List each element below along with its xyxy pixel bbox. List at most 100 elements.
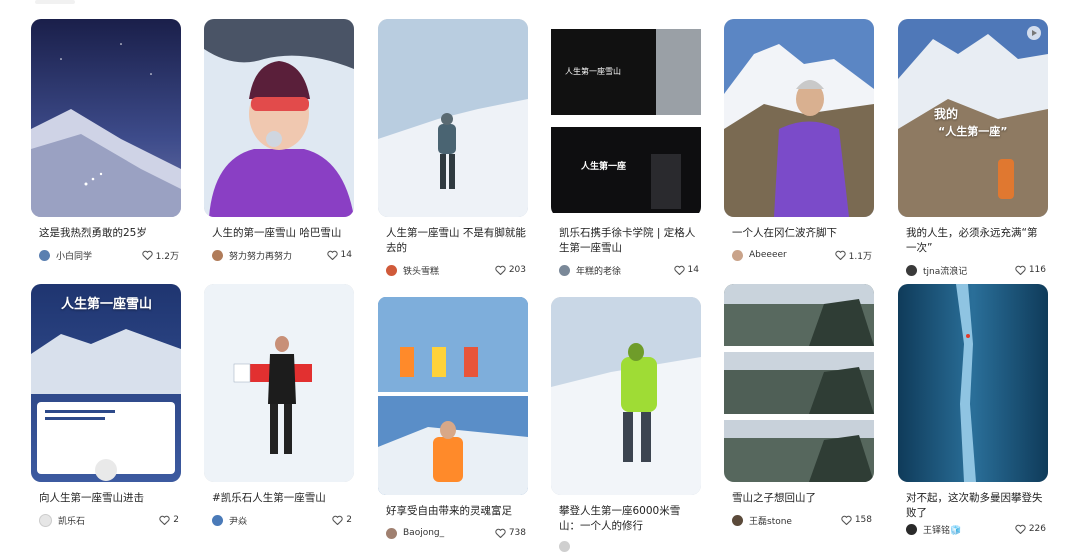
post-card[interactable]: 攀登人生第一座6000米雪山：一个人的修行 xyxy=(551,297,701,552)
like-button[interactable]: 14 xyxy=(326,250,352,260)
post-card[interactable]: 这是我热烈勇敢的25岁 小白同学 1.2万 xyxy=(31,19,181,262)
like-button[interactable]: 158 xyxy=(841,515,872,525)
post-title[interactable]: 凯乐石携手徐卡学院 | 定格人生第一座雪山 xyxy=(551,226,701,256)
author-name[interactable]: 王铎铭🧊 xyxy=(923,523,1015,536)
avatar[interactable] xyxy=(212,514,223,526)
climber-portrait-image xyxy=(204,19,354,217)
post-title[interactable]: 一个人在冈仁波齐脚下 xyxy=(724,226,874,241)
green-jacket-climber-image xyxy=(551,297,701,495)
like-count: 226 xyxy=(1028,524,1046,534)
avatar[interactable] xyxy=(732,514,743,526)
author-name[interactable]: 尹焱 xyxy=(229,514,332,527)
author-name[interactable]: 小白同学 xyxy=(56,249,142,262)
post-card[interactable]: 人生第一座雪山 不是有脚就能去的 铁头雪糕 203 xyxy=(378,19,528,277)
like-count: 1.2万 xyxy=(155,251,179,262)
like-button[interactable]: 116 xyxy=(1015,265,1046,275)
post-title[interactable]: #凯乐石人生第一座雪山 xyxy=(204,491,354,506)
like-count: 14 xyxy=(687,265,699,275)
post-thumbnail[interactable]: 人生第一座雪山 xyxy=(31,284,181,482)
author-name[interactable]: tjna流浪记 xyxy=(923,264,1015,277)
ice-crevasse-image xyxy=(898,284,1048,482)
post-title[interactable]: 攀登人生第一座6000米雪山：一个人的修行 xyxy=(551,504,701,534)
like-button[interactable]: 1.1万 xyxy=(835,249,872,262)
post-card[interactable]: 人生第一座雪山 人生第一座 凯乐石携手徐卡学院 | 定格人生第一座雪山 年糕的老… xyxy=(551,19,701,277)
post-title[interactable]: 这是我热烈勇敢的25岁 xyxy=(31,226,181,241)
post-card[interactable]: #凯乐石人生第一座雪山 尹焱 2 xyxy=(204,284,354,527)
post-card[interactable]: 一个人在冈仁波齐脚下 Abeeeer 1.1万 xyxy=(724,19,874,262)
avatar[interactable] xyxy=(39,249,50,261)
heart-outline-icon xyxy=(332,515,343,525)
like-count: 203 xyxy=(508,265,526,275)
post-title[interactable]: 好享受自由带来的灵魂富足 xyxy=(378,504,528,519)
post-title[interactable]: 人生的第一座雪山 哈巴雪山 xyxy=(204,226,354,241)
kailash-portrait-image xyxy=(724,19,874,217)
avatar[interactable] xyxy=(559,540,570,552)
avatar[interactable] xyxy=(906,264,917,276)
like-button[interactable]: 14 xyxy=(673,265,699,275)
avatar[interactable] xyxy=(732,249,743,261)
play-icon[interactable] xyxy=(1027,26,1041,40)
post-card[interactable]: 我的 “人生第一座” 我的人生，必须永远充满“第一次” tjna流浪记 116 xyxy=(898,19,1048,277)
post-card[interactable]: 雪山之子想回山了 王磊stone 158 xyxy=(724,284,874,527)
post-title[interactable]: 雪山之子想回山了 xyxy=(724,491,874,506)
post-meta: Baojong_ 738 xyxy=(386,526,526,540)
like-button[interactable]: 1.2万 xyxy=(142,249,179,262)
film-strip-image xyxy=(724,284,874,482)
post-meta: 尹焱 2 xyxy=(212,513,352,527)
post-card[interactable]: 好享受自由带来的灵魂富足 Baojong_ 738 xyxy=(378,297,528,539)
heart-outline-icon xyxy=(159,515,170,525)
heart-outline-icon xyxy=(495,265,506,275)
like-button[interactable]: 226 xyxy=(1015,524,1046,534)
author-name[interactable]: 王磊stone xyxy=(749,514,841,527)
author-name[interactable]: 凯乐石 xyxy=(58,514,159,527)
heart-outline-icon xyxy=(841,515,852,525)
heart-outline-icon xyxy=(835,250,846,260)
author-name[interactable]: Baojong_ xyxy=(403,528,495,538)
like-count: 158 xyxy=(854,515,872,525)
post-meta: 努力努力再努力 14 xyxy=(212,248,352,262)
svg-text:人生第一座: 人生第一座 xyxy=(580,160,626,172)
post-thumbnail[interactable] xyxy=(724,19,874,217)
post-thumbnail[interactable] xyxy=(204,284,354,482)
post-thumbnail[interactable] xyxy=(31,19,181,217)
like-count: 14 xyxy=(340,250,352,260)
post-meta: Abeeeer 1.1万 xyxy=(732,248,872,262)
post-title[interactable]: 向人生第一座雪山进击 xyxy=(31,491,181,506)
promo-poster-image xyxy=(31,284,181,482)
post-thumbnail[interactable] xyxy=(204,19,354,217)
post-card[interactable]: 人生第一座雪山 向人生第一座雪山进击 凯乐石 2 xyxy=(31,284,181,527)
post-thumbnail[interactable]: 人生第一座雪山 人生第一座 xyxy=(551,19,701,217)
post-title[interactable]: 我的人生，必须永远充满“第一次” xyxy=(898,226,1048,256)
like-button[interactable]: 738 xyxy=(495,528,526,538)
like-button[interactable]: 2 xyxy=(159,515,179,525)
top-scroll-indicator xyxy=(35,0,75,4)
author-name[interactable]: 努力努力再努力 xyxy=(229,249,327,262)
avatar[interactable] xyxy=(212,249,223,261)
post-thumbnail[interactable] xyxy=(898,284,1048,482)
author-name[interactable]: 铁头雪糕 xyxy=(403,264,495,277)
avatar[interactable] xyxy=(386,527,397,539)
post-title[interactable]: 人生第一座雪山 不是有脚就能去的 xyxy=(378,226,528,256)
post-thumbnail[interactable] xyxy=(551,297,701,495)
avatar[interactable] xyxy=(386,264,397,276)
post-thumbnail[interactable] xyxy=(378,19,528,217)
post-thumbnail[interactable] xyxy=(378,297,528,495)
post-card[interactable]: 对不起，这次勒多曼因攀登失败了 王铎铭🧊 226 xyxy=(898,284,1048,536)
avatar[interactable] xyxy=(906,523,917,535)
avatar[interactable] xyxy=(559,264,570,276)
heart-outline-icon xyxy=(1015,524,1026,534)
mountain-video-image xyxy=(898,19,1048,217)
heart-outline-icon xyxy=(1015,265,1026,275)
post-thumbnail[interactable]: 我的 “人生第一座” xyxy=(898,19,1048,217)
like-button[interactable]: 203 xyxy=(495,265,526,275)
post-title[interactable]: 对不起，这次勒多曼因攀登失败了 xyxy=(898,491,1048,521)
post-thumbnail[interactable] xyxy=(724,284,874,482)
post-card[interactable]: 人生的第一座雪山 哈巴雪山 努力努力再努力 14 xyxy=(204,19,354,262)
author-name[interactable]: Abeeeer xyxy=(749,250,835,260)
image-overlay-text: 我的 xyxy=(934,107,959,121)
avatar[interactable] xyxy=(39,513,52,527)
like-button[interactable]: 2 xyxy=(332,515,352,525)
author-name[interactable]: 年糕的老徐 xyxy=(576,264,674,277)
post-meta: 小白同学 1.2万 xyxy=(39,248,179,262)
snow-hiker-image xyxy=(378,19,528,217)
